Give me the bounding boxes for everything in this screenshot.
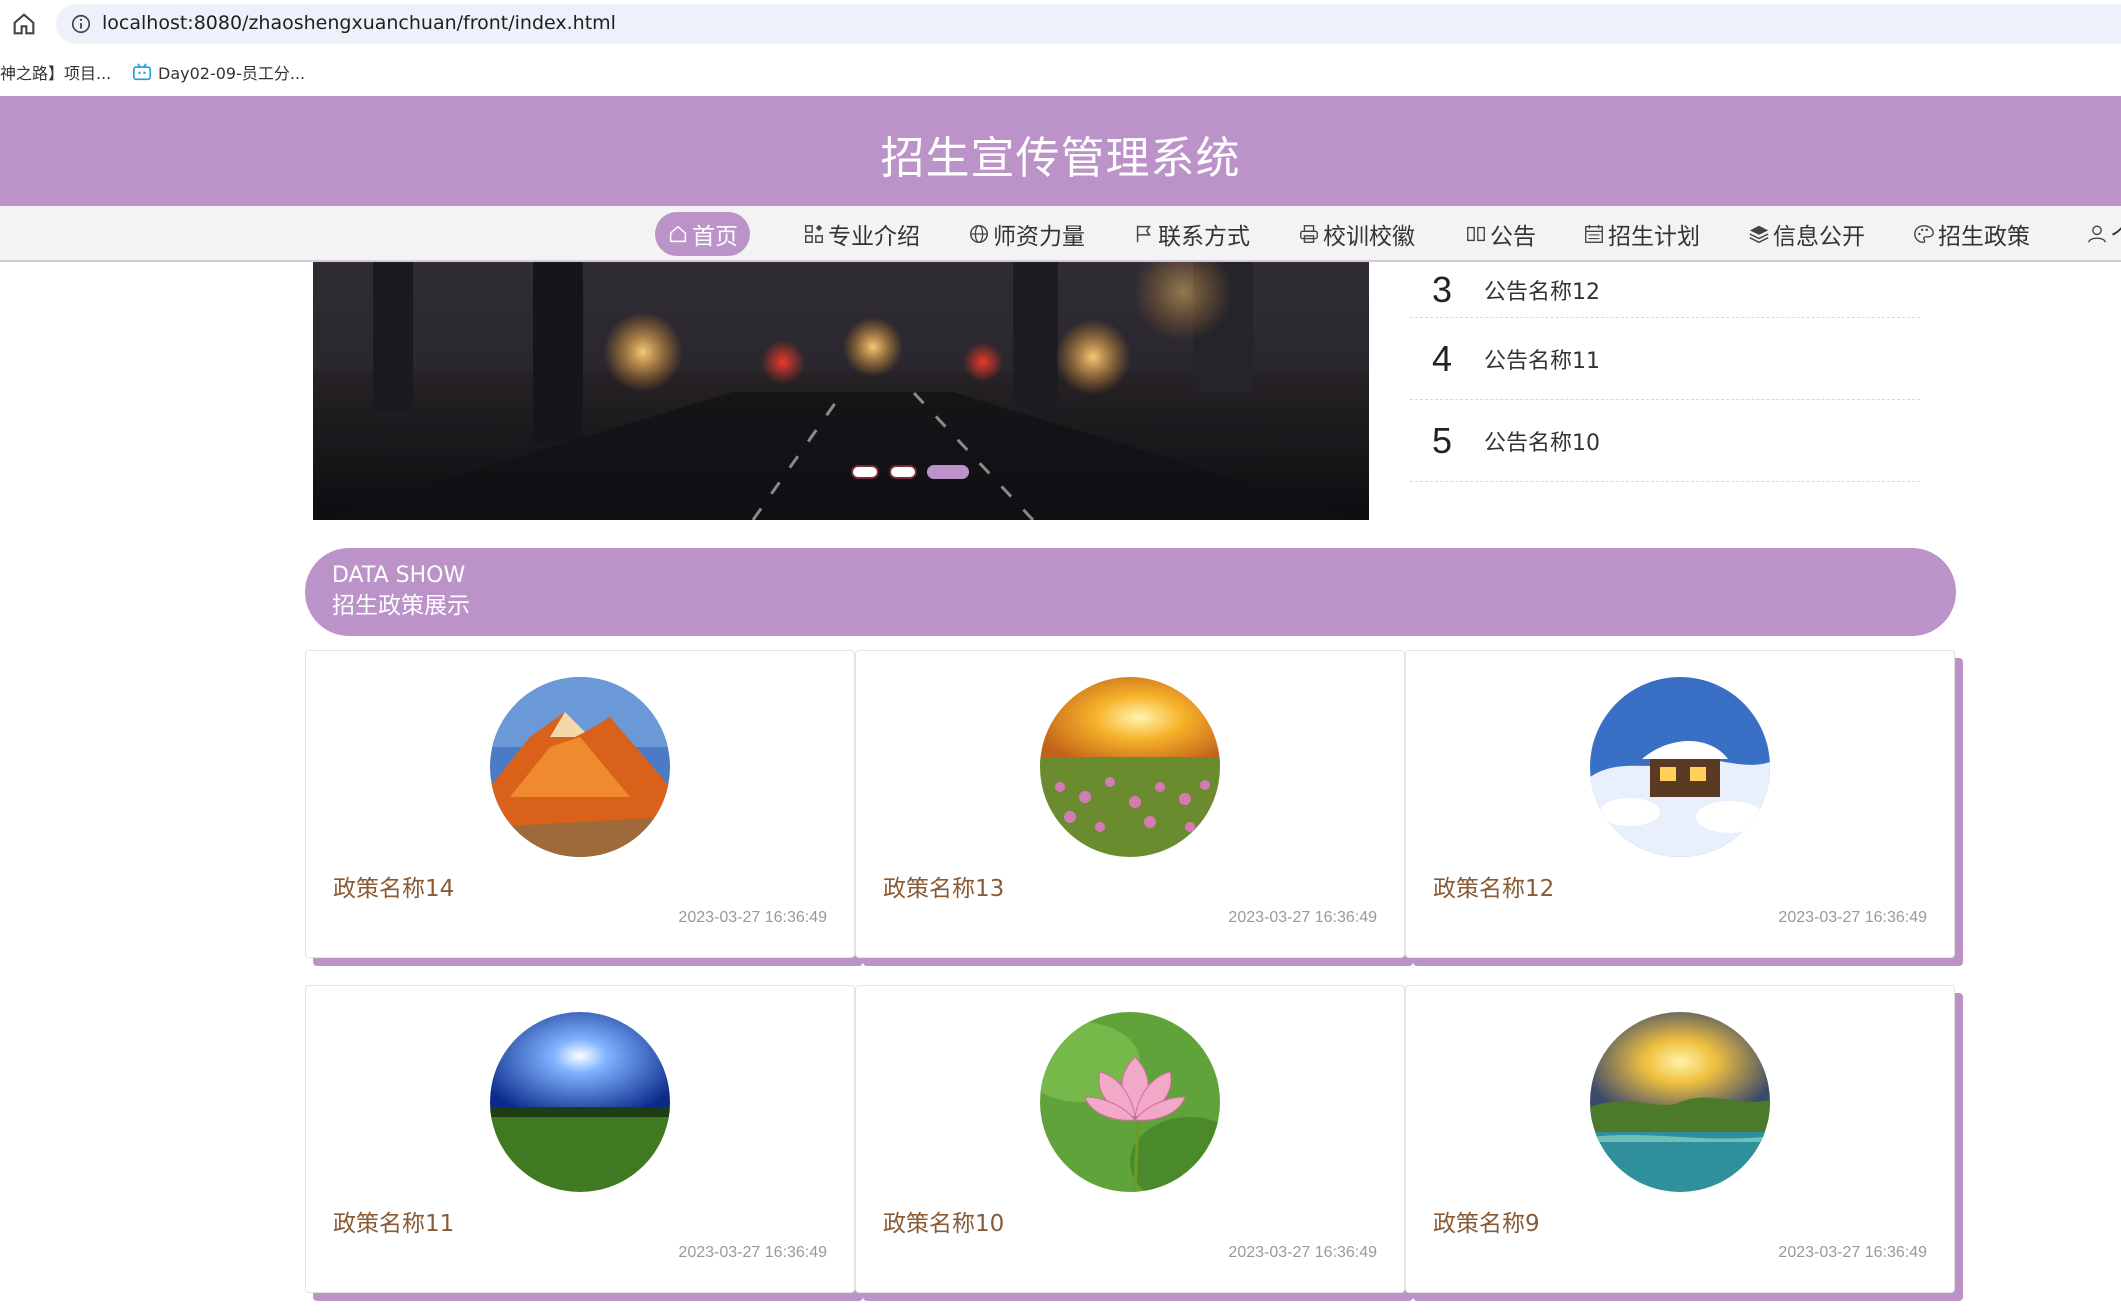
bookmark-label: 神之路】项目...	[0, 64, 112, 83]
nav-label: 公告	[1490, 224, 1536, 250]
policy-image[interactable]	[1040, 677, 1220, 857]
nav-item-contact[interactable]: 联系方式	[1121, 212, 1262, 256]
policy-card[interactable]: 政策名称14 2023-03-27 16:36:49	[305, 650, 855, 958]
policy-card[interactable]: 政策名称11 2023-03-27 16:36:49	[305, 985, 855, 1293]
nav-item-plan[interactable]: 招生计划	[1571, 212, 1712, 256]
carousel-indicators	[851, 465, 969, 479]
policy-image[interactable]	[490, 1012, 670, 1192]
policy-title[interactable]: 政策名称9	[1433, 1204, 1540, 1238]
nav-label: 首页	[692, 224, 738, 250]
columns-icon	[1467, 226, 1485, 242]
layers-icon	[1749, 225, 1769, 244]
nav-item-notice[interactable]: 公告	[1453, 212, 1548, 256]
bookmark-item[interactable]: Day02-09-员工分...	[132, 60, 305, 84]
notice-title[interactable]: 公告名称11	[1484, 343, 1600, 375]
policy-title[interactable]: 政策名称13	[883, 869, 1004, 903]
policy-title[interactable]: 政策名称12	[1433, 869, 1554, 903]
nav-label: 师资力量	[993, 224, 1085, 250]
grid-icon	[805, 224, 823, 243]
bookmark-item[interactable]: 神之路】项目...	[0, 60, 111, 84]
palette-icon	[1914, 225, 1934, 243]
globe-icon	[970, 225, 988, 243]
carousel-dot[interactable]	[889, 465, 917, 479]
bookmark-label: Day02-09-员工分...	[158, 64, 306, 83]
bookmarks-bar: 神之路】项目... Day02-09-员工分...	[0, 48, 2121, 96]
nav-item-user[interactable]: 个	[2074, 212, 2121, 256]
policy-time: 2023-03-27 16:36:49	[678, 1244, 827, 1261]
policy-time: 2023-03-27 16:36:49	[1228, 909, 1377, 926]
nav-item-teachers[interactable]: 师资力量	[956, 212, 1097, 256]
browser-toolbar: localhost:8080/zhaoshengxuanchuan/front/…	[0, 0, 2121, 48]
nav-label: 个	[2111, 217, 2121, 251]
city-night-image	[313, 262, 1369, 520]
policy-image[interactable]	[1590, 1012, 1770, 1192]
calendar-icon	[1585, 224, 1603, 243]
user-icon	[2088, 225, 2106, 243]
notice-number: 4	[1432, 337, 1453, 379]
nav-label: 校训校徽	[1323, 224, 1415, 250]
nav-item-info[interactable]: 信息公开	[1736, 212, 1877, 256]
address-bar[interactable]: localhost:8080/zhaoshengxuanchuan/front/…	[56, 4, 2121, 44]
notice-number: 3	[1432, 268, 1453, 310]
policy-image[interactable]	[490, 677, 670, 857]
policy-image[interactable]	[1590, 677, 1770, 857]
policy-card[interactable]: 政策名称10 2023-03-27 16:36:49	[855, 985, 1405, 1293]
info-icon[interactable]	[70, 13, 92, 35]
banner-carousel[interactable]	[313, 262, 1369, 520]
notice-number: 5	[1432, 419, 1453, 461]
policy-title[interactable]: 政策名称11	[333, 1204, 454, 1238]
flag-icon	[1136, 225, 1151, 243]
main-nav: 首页 专业介绍 师资力量 联系方式 校训校徽 公告 招生计划 信息公开 招生政策	[0, 206, 2121, 262]
notice-item[interactable]: 3 公告名称12	[1410, 262, 1920, 318]
policy-card[interactable]: 政策名称12 2023-03-27 16:36:49	[1405, 650, 1955, 958]
policy-time: 2023-03-27 16:36:49	[1228, 1244, 1377, 1261]
nav-item-major[interactable]: 专业介绍	[791, 212, 932, 256]
site-header: 招生宣传管理系统	[0, 96, 2121, 206]
nav-label: 专业介绍	[828, 224, 920, 250]
policy-time: 2023-03-27 16:36:49	[1778, 1244, 1927, 1261]
nav-item-motto[interactable]: 校训校徽	[1286, 212, 1427, 256]
notice-item[interactable]: 5 公告名称10	[1410, 400, 1920, 482]
notice-item[interactable]: 4 公告名称11	[1410, 318, 1920, 400]
section-title-cn: 招生政策展示	[332, 593, 470, 619]
policy-time: 2023-03-27 16:36:49	[678, 909, 827, 926]
policy-time: 2023-03-27 16:36:49	[1778, 909, 1927, 926]
printer-icon	[1300, 225, 1318, 243]
section-title-en: DATA SHOW	[332, 563, 466, 588]
notice-list: 3 公告名称12 4 公告名称11 5 公告名称10	[1410, 262, 1920, 482]
carousel-dot[interactable]	[851, 465, 879, 479]
notice-title[interactable]: 公告名称12	[1484, 274, 1600, 306]
url-text[interactable]: localhost:8080/zhaoshengxuanchuan/front/…	[102, 12, 616, 34]
home-icon	[669, 225, 687, 243]
policy-card[interactable]: 政策名称13 2023-03-27 16:36:49	[855, 650, 1405, 958]
nav-label: 联系方式	[1158, 224, 1250, 250]
policy-image[interactable]	[1040, 1012, 1220, 1192]
site-title: 招生宣传管理系统	[880, 133, 1241, 184]
bilibili-icon	[133, 63, 151, 81]
nav-item-policy[interactable]: 招生政策	[1901, 212, 2042, 256]
nav-item-home[interactable]: 首页	[655, 212, 750, 256]
nav-label: 招生政策	[1938, 224, 2030, 250]
carousel-dot-active[interactable]	[927, 465, 969, 479]
policy-title[interactable]: 政策名称10	[883, 1204, 1004, 1238]
nav-label: 信息公开	[1773, 224, 1865, 250]
nav-label: 招生计划	[1608, 224, 1700, 250]
policy-card[interactable]: 政策名称9 2023-03-27 16:36:49	[1405, 985, 1955, 1293]
section-header: DATA SHOW 招生政策展示	[305, 548, 1956, 636]
notice-title[interactable]: 公告名称10	[1484, 425, 1600, 457]
home-icon[interactable]	[10, 10, 38, 38]
policy-title[interactable]: 政策名称14	[333, 869, 454, 903]
